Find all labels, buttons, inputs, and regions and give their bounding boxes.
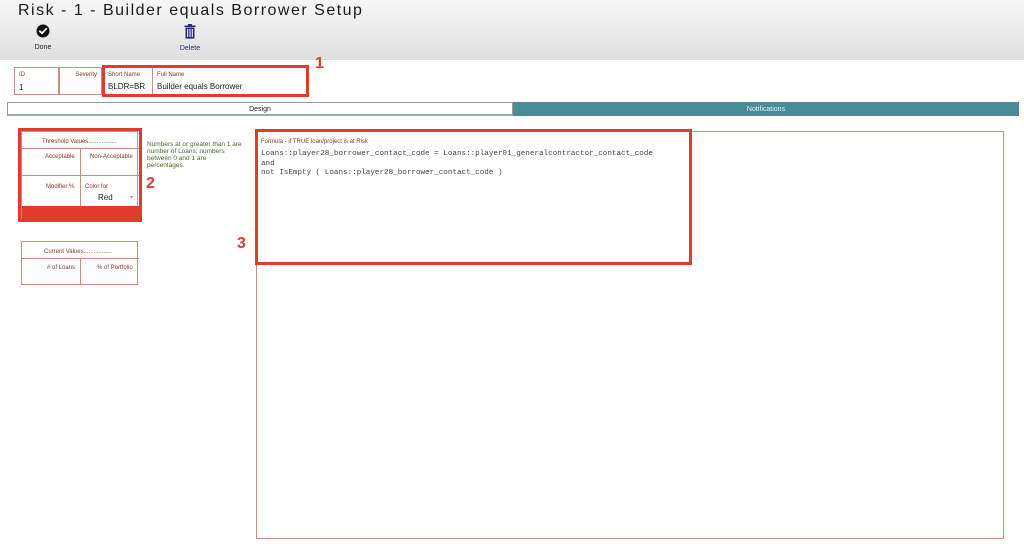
- delete-label: Delete: [179, 45, 201, 52]
- callout-number-2: 2: [146, 175, 155, 192]
- current-values-title: Current Values.................: [44, 249, 112, 255]
- done-button[interactable]: Done: [23, 24, 63, 51]
- header-bar: Risk - 1 - Builder equals Borrower Setup…: [0, 0, 1024, 60]
- callout-number-1: 1: [315, 55, 324, 72]
- checkmark-circle-icon: [36, 24, 50, 38]
- threshold-note: Numbers at or greater than 1 are number …: [147, 141, 242, 169]
- callout-box-1: [102, 65, 309, 97]
- delete-button[interactable]: Delete: [170, 24, 210, 52]
- portfolio-percent-label: % of Portfolio: [97, 265, 133, 271]
- callout-number-3: 3: [237, 235, 246, 252]
- severity-label: Severity: [75, 72, 97, 78]
- current-values-panel: Current Values................. # of Loa…: [21, 241, 139, 285]
- divider: [80, 258, 81, 285]
- callout-box-2: [18, 128, 142, 222]
- id-label: ID: [19, 72, 25, 78]
- done-label: Done: [34, 44, 52, 51]
- tab-design[interactable]: Design: [7, 102, 513, 116]
- id-value: 1: [19, 83, 24, 92]
- loans-count-label: # of Loans: [47, 265, 76, 271]
- callout-box-3: [255, 129, 692, 265]
- id-field[interactable]: ID 1: [14, 67, 59, 95]
- risk-setup-window: Risk - 1 - Builder equals Borrower Setup…: [0, 0, 1024, 552]
- severity-field[interactable]: Severity: [59, 67, 102, 95]
- trash-icon: [184, 24, 196, 39]
- window-title: Risk - 1 - Builder equals Borrower Setup: [18, 2, 364, 19]
- tab-notifications[interactable]: Notifications: [513, 102, 1019, 116]
